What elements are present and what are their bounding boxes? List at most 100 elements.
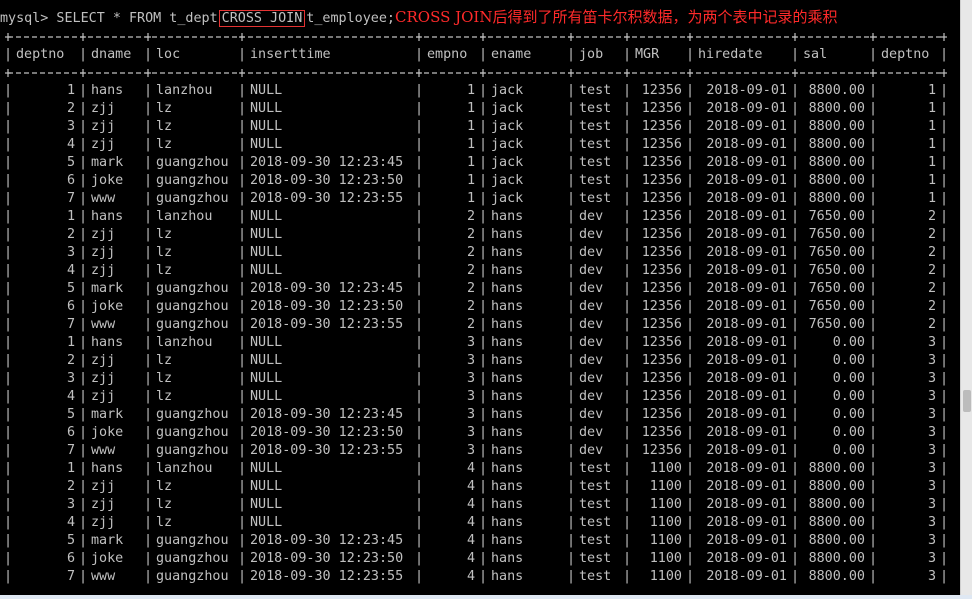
- column-divider: |: [623, 479, 632, 494]
- column-divider: |: [686, 281, 695, 296]
- column-divider: |: [79, 371, 88, 386]
- table-cell: lz: [156, 389, 173, 404]
- table-cell: 12356: [641, 101, 682, 116]
- column-divider: |: [686, 569, 695, 584]
- column-divider: |: [238, 371, 247, 386]
- column-divider: |: [479, 353, 488, 368]
- table-cell: 6: [66, 299, 75, 314]
- table-cell: 3: [66, 371, 75, 386]
- table-cell: 2018-09-01: [706, 407, 787, 422]
- table-cell: 0.00: [832, 443, 865, 458]
- column-divider: |: [623, 371, 632, 386]
- table-cell: 1: [927, 191, 936, 206]
- column-divider: |: [686, 227, 695, 242]
- column-divider: |: [869, 263, 878, 278]
- column-header: job: [579, 47, 604, 62]
- table-cell: dev: [579, 353, 604, 368]
- table-row: | | | | | | | | | | | | 5 mark guangzhou 2018-09-30 12:…: [0, 280, 960, 298]
- table-cell: 2018-09-01: [706, 191, 787, 206]
- table-cell: 1: [466, 191, 475, 206]
- table-cell: 2018-09-01: [706, 497, 787, 512]
- column-divider: |: [144, 317, 153, 332]
- terminal-console[interactable]: mysql> SELECT * FROM t_dept CROSS JOIN t_e…: [0, 0, 960, 599]
- column-divider: |: [479, 497, 488, 512]
- column-divider: |: [144, 299, 153, 314]
- table-cell: joke: [91, 299, 124, 314]
- column-header: sal: [803, 47, 828, 62]
- column-divider: |: [686, 137, 695, 152]
- table-cell: lanzhou: [156, 335, 213, 350]
- command-prefix: mysql> SELECT * FROM t_dept: [0, 11, 218, 26]
- table-cell: lanzhou: [156, 461, 213, 476]
- table-cell: dev: [579, 425, 604, 440]
- column-divider: |: [4, 227, 13, 242]
- column-divider: |: [869, 533, 878, 548]
- column-divider: |: [144, 245, 153, 260]
- table-cell: hans: [491, 263, 524, 278]
- column-divider: |: [79, 173, 88, 188]
- table-row: | | | | | | | | | | | | 3 zjj lz NULL 1 jack test 12356 2018…: [0, 118, 960, 136]
- table-cell: 1: [927, 137, 936, 152]
- column-divider: |: [238, 173, 247, 188]
- column-header: deptno: [16, 47, 65, 62]
- column-divider: |: [238, 335, 247, 350]
- table-cell: mark: [91, 281, 124, 296]
- table-cell: 4: [466, 551, 475, 566]
- table-cell: dev: [579, 209, 604, 224]
- column-divider: |: [415, 389, 424, 404]
- column-divider: |: [479, 47, 488, 62]
- column-divider: |: [479, 101, 488, 116]
- column-divider: |: [79, 353, 88, 368]
- column-divider: |: [869, 335, 878, 350]
- scrollbar-thumb[interactable]: [963, 390, 971, 412]
- column-divider: |: [686, 497, 695, 512]
- table-cell: 3: [927, 551, 936, 566]
- column-divider: |: [567, 371, 576, 386]
- column-divider: |: [479, 515, 488, 530]
- table-cell: 2018-09-30 12:23:55: [250, 443, 404, 458]
- table-cell: guangzhou: [156, 191, 229, 206]
- column-divider: |: [686, 101, 695, 116]
- table-cell: NULL: [250, 515, 283, 530]
- column-divider: |: [79, 101, 88, 116]
- column-divider: |: [415, 263, 424, 278]
- column-divider: |: [623, 353, 632, 368]
- column-divider: |: [479, 317, 488, 332]
- table-row: | | | | | | | | | | | | 1 hans lanzhou NULL 2 hans dev 1235…: [0, 208, 960, 226]
- column-divider: |: [479, 551, 488, 566]
- table-cell: 12356: [641, 443, 682, 458]
- column-divider: |: [567, 245, 576, 260]
- table-cell: test: [579, 191, 612, 206]
- table-cell: 8800.00: [808, 479, 865, 494]
- table-cell: 4: [66, 389, 75, 404]
- column-divider: |: [238, 101, 247, 116]
- column-divider: |: [869, 353, 878, 368]
- table-cell: lz: [156, 263, 173, 278]
- table-cell: 12356: [641, 371, 682, 386]
- table-cell: NULL: [250, 461, 283, 476]
- table-cell: NULL: [250, 83, 283, 98]
- column-divider: |: [623, 299, 632, 314]
- column-divider: |: [623, 515, 632, 530]
- table-cell: 1: [66, 209, 75, 224]
- table-row: | | | | | | | | | | | | 4 zjj lz NULL 3 hans dev 12356 2018-…: [0, 388, 960, 406]
- column-divider: |: [686, 389, 695, 404]
- column-divider: |: [567, 101, 576, 116]
- table-cell: guangzhou: [156, 155, 229, 170]
- column-divider: |: [791, 551, 800, 566]
- table-cell: 2018-09-30 12:23:50: [250, 551, 404, 566]
- column-divider: |: [479, 569, 488, 584]
- table-cell: hans: [491, 389, 524, 404]
- column-divider: |: [144, 371, 153, 386]
- table-cell: 1: [466, 137, 475, 152]
- table-cell: 2018-09-01: [706, 119, 787, 134]
- table-cell: 1: [66, 461, 75, 476]
- vertical-scrollbar[interactable]: [960, 0, 972, 599]
- table-cell: hans: [491, 281, 524, 296]
- column-divider: |: [4, 317, 13, 332]
- table-cell: 8800.00: [808, 83, 865, 98]
- table-cell: www: [91, 443, 116, 458]
- table-cell: test: [579, 551, 612, 566]
- column-divider: |: [940, 245, 949, 260]
- column-divider: |: [623, 173, 632, 188]
